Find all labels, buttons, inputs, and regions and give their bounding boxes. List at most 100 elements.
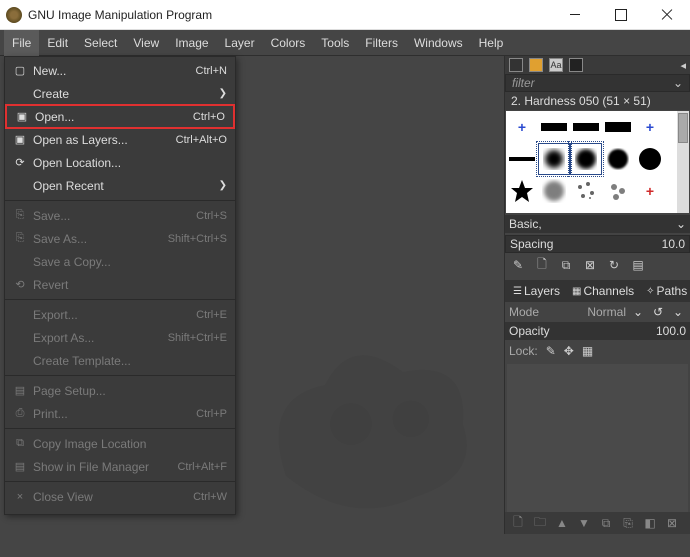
right-dock: Aa ◂ filter ⌄ 2. Hardness 050 (51 × 51) … — [504, 56, 690, 534]
tab-paths[interactable]: ✧Paths — [642, 284, 690, 298]
menu-item-page-setup: ▤Page Setup... — [5, 379, 235, 402]
lock-paint-icon[interactable]: ✎ — [546, 344, 556, 358]
new-layer-icon[interactable]: 🗋 — [509, 513, 527, 534]
menu-item-icon: ⧉ — [11, 437, 29, 450]
menu-item-open[interactable]: ▣Open...Ctrl+O — [5, 104, 235, 129]
mode-switch-icon[interactable]: ↺ — [650, 305, 666, 319]
menu-item-label: Export... — [33, 308, 196, 322]
menu-item-icon: ⟳ — [11, 156, 29, 169]
merge-layer-icon[interactable]: ⎘ — [619, 516, 637, 531]
delete-brush-icon[interactable]: ⊠ — [581, 256, 599, 274]
brush-preset-dropdown[interactable]: Basic, ⌄ — [505, 215, 690, 233]
opacity-label: Opacity — [509, 324, 550, 338]
menu-item-export-as: Export As...Shift+Ctrl+E — [5, 326, 235, 349]
dock-menu-icon[interactable]: ◂ — [680, 59, 686, 72]
fonts-tab-icon[interactable]: Aa — [549, 58, 563, 72]
duplicate-brush-icon[interactable]: ⧉ — [557, 256, 575, 274]
menu-item-icon: ▢ — [11, 64, 29, 77]
delete-layer-icon[interactable]: ⊠ — [663, 516, 681, 530]
channels-icon: ▦ — [572, 286, 581, 297]
lock-move-icon[interactable]: ✥ — [564, 344, 574, 358]
brush-spacing-field[interactable]: Spacing 10.0 — [505, 235, 690, 253]
menu-tools[interactable]: Tools — [313, 30, 357, 56]
menu-item-open-as-layers[interactable]: ▣Open as Layers...Ctrl+Alt+O — [5, 128, 235, 151]
menu-item-icon: ▣ — [11, 133, 29, 146]
menu-select[interactable]: Select — [76, 30, 125, 56]
menu-file[interactable]: File — [4, 30, 39, 56]
title-bar: GNU Image Manipulation Program — [0, 0, 690, 30]
new-brush-icon[interactable]: 🗋 — [533, 256, 551, 274]
brush-grid[interactable]: + + + — [506, 111, 689, 213]
menu-item-label: Open... — [35, 110, 193, 124]
lower-layer-icon[interactable]: ▼ — [575, 516, 593, 530]
menu-item-label: Revert — [33, 278, 227, 292]
menu-item-label: Create — [33, 87, 219, 101]
edit-brush-icon[interactable]: ✎ — [509, 256, 527, 274]
brushes-tab-icon[interactable] — [529, 58, 543, 72]
tool-options-tab-icon[interactable] — [509, 58, 523, 72]
menu-view[interactable]: View — [125, 30, 167, 56]
menu-item-shortcut: Ctrl+S — [196, 210, 227, 222]
chevron-down-icon[interactable]: ⌄ — [670, 305, 686, 319]
brush-action-row: ✎ 🗋 ⧉ ⊠ ↻ ▤ — [505, 254, 690, 276]
menu-help[interactable]: Help — [471, 30, 512, 56]
menu-item-icon: ▤ — [11, 384, 29, 397]
menu-item-open-location[interactable]: ⟳ Open Location... — [5, 151, 235, 174]
menu-item-label: Print... — [33, 407, 196, 421]
menu-item-label: Save... — [33, 209, 196, 223]
menu-item-save-a-copy: Save a Copy... — [5, 250, 235, 273]
menu-item-icon: ⎘ — [11, 232, 29, 245]
layer-group-icon[interactable]: 🗀 — [531, 513, 549, 534]
menu-item-copy-image-location: ⧉Copy Image Location — [5, 432, 235, 455]
file-menu-dropdown: ▢New...Ctrl+NCreate❯▣Open...Ctrl+O▣Open … — [4, 56, 236, 515]
lock-alpha-icon[interactable]: ▦ — [582, 344, 593, 358]
menu-colors[interactable]: Colors — [263, 30, 314, 56]
menu-image[interactable]: Image — [167, 30, 216, 56]
menu-windows[interactable]: Windows — [406, 30, 471, 56]
layer-list[interactable] — [507, 364, 688, 512]
layer-lock-row: Lock: ✎ ✥ ▦ — [505, 340, 690, 362]
menu-item-create[interactable]: Create❯ — [5, 82, 235, 105]
menu-edit[interactable]: Edit — [39, 30, 76, 56]
selected-brush-label: 2. Hardness 050 (51 × 51) — [505, 92, 690, 110]
mode-dropdown-icon[interactable]: ⌄ — [630, 305, 646, 319]
mode-label: Mode — [509, 305, 539, 319]
menu-item-icon: × — [11, 491, 29, 503]
menu-filters[interactable]: Filters — [357, 30, 406, 56]
menu-item-icon: ▣ — [13, 110, 31, 123]
tab-layers[interactable]: ☰Layers — [509, 284, 564, 298]
menu-layer[interactable]: Layer — [217, 30, 263, 56]
window-minimize-button[interactable] — [552, 0, 598, 30]
menu-separator — [5, 375, 235, 376]
mode-value: Normal — [587, 305, 626, 319]
brush-filter-input[interactable]: filter ⌄ — [505, 74, 690, 92]
mask-layer-icon[interactable]: ◧ — [641, 516, 659, 530]
menu-item-shortcut: Ctrl+P — [196, 408, 227, 420]
refresh-brush-icon[interactable]: ↻ — [605, 256, 623, 274]
menu-item-label: Save a Copy... — [33, 255, 227, 269]
menu-item-label: Open Location... — [33, 156, 227, 170]
menu-item-save: ⎘ Save...Ctrl+S — [5, 204, 235, 227]
menu-item-icon: ⎙ — [11, 407, 29, 420]
duplicate-layer-icon[interactable]: ⧉ — [597, 516, 615, 531]
menu-item-close-view: ×Close ViewCtrl+W — [5, 485, 235, 508]
menu-item-label: New... — [33, 64, 196, 78]
brush-scrollbar[interactable] — [677, 111, 689, 213]
window-maximize-button[interactable] — [598, 0, 644, 30]
menu-separator — [5, 481, 235, 482]
layer-opacity-field[interactable]: Opacity 100.0 — [505, 322, 690, 340]
filter-dropdown-icon[interactable]: ⌄ — [673, 76, 683, 90]
menu-item-open-recent[interactable]: Open Recent❯ — [5, 174, 235, 197]
raise-layer-icon[interactable]: ▲ — [553, 516, 571, 530]
window-close-button[interactable] — [644, 0, 690, 30]
menu-item-shortcut: Ctrl+E — [196, 309, 227, 321]
open-as-image-icon[interactable]: ▤ — [629, 256, 647, 274]
tab-channels[interactable]: ▦Channels — [568, 284, 638, 298]
patterns-tab-icon[interactable] — [569, 58, 583, 72]
menu-item-new[interactable]: ▢New...Ctrl+N — [5, 59, 235, 82]
menu-item-label: Close View — [33, 490, 193, 504]
menu-item-icon: ⎘ — [11, 209, 29, 222]
menu-item-label: Save As... — [33, 232, 168, 246]
menu-item-revert: ⟲Revert — [5, 273, 235, 296]
menu-item-export: Export...Ctrl+E — [5, 303, 235, 326]
